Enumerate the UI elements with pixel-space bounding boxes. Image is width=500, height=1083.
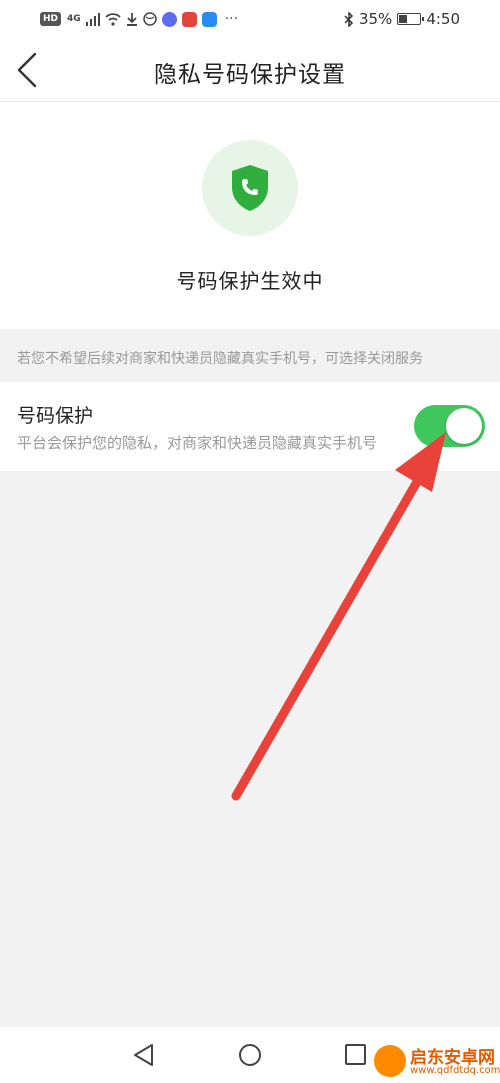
- nav-back-button[interactable]: [130, 1041, 158, 1069]
- watermark-logo: [374, 1045, 406, 1077]
- watermark-url: www.qdfdtdq.com: [410, 1065, 500, 1076]
- triangle-back-icon: [134, 1044, 153, 1066]
- square-recents-icon: [345, 1044, 366, 1065]
- nav-recents-button[interactable]: [342, 1041, 370, 1069]
- nav-home-button[interactable]: [236, 1041, 264, 1069]
- site-watermark: 启东安卓网 www.qdfdtdq.com: [372, 1041, 500, 1083]
- circle-home-icon: [239, 1044, 261, 1066]
- annotation-arrow: [231, 432, 446, 801]
